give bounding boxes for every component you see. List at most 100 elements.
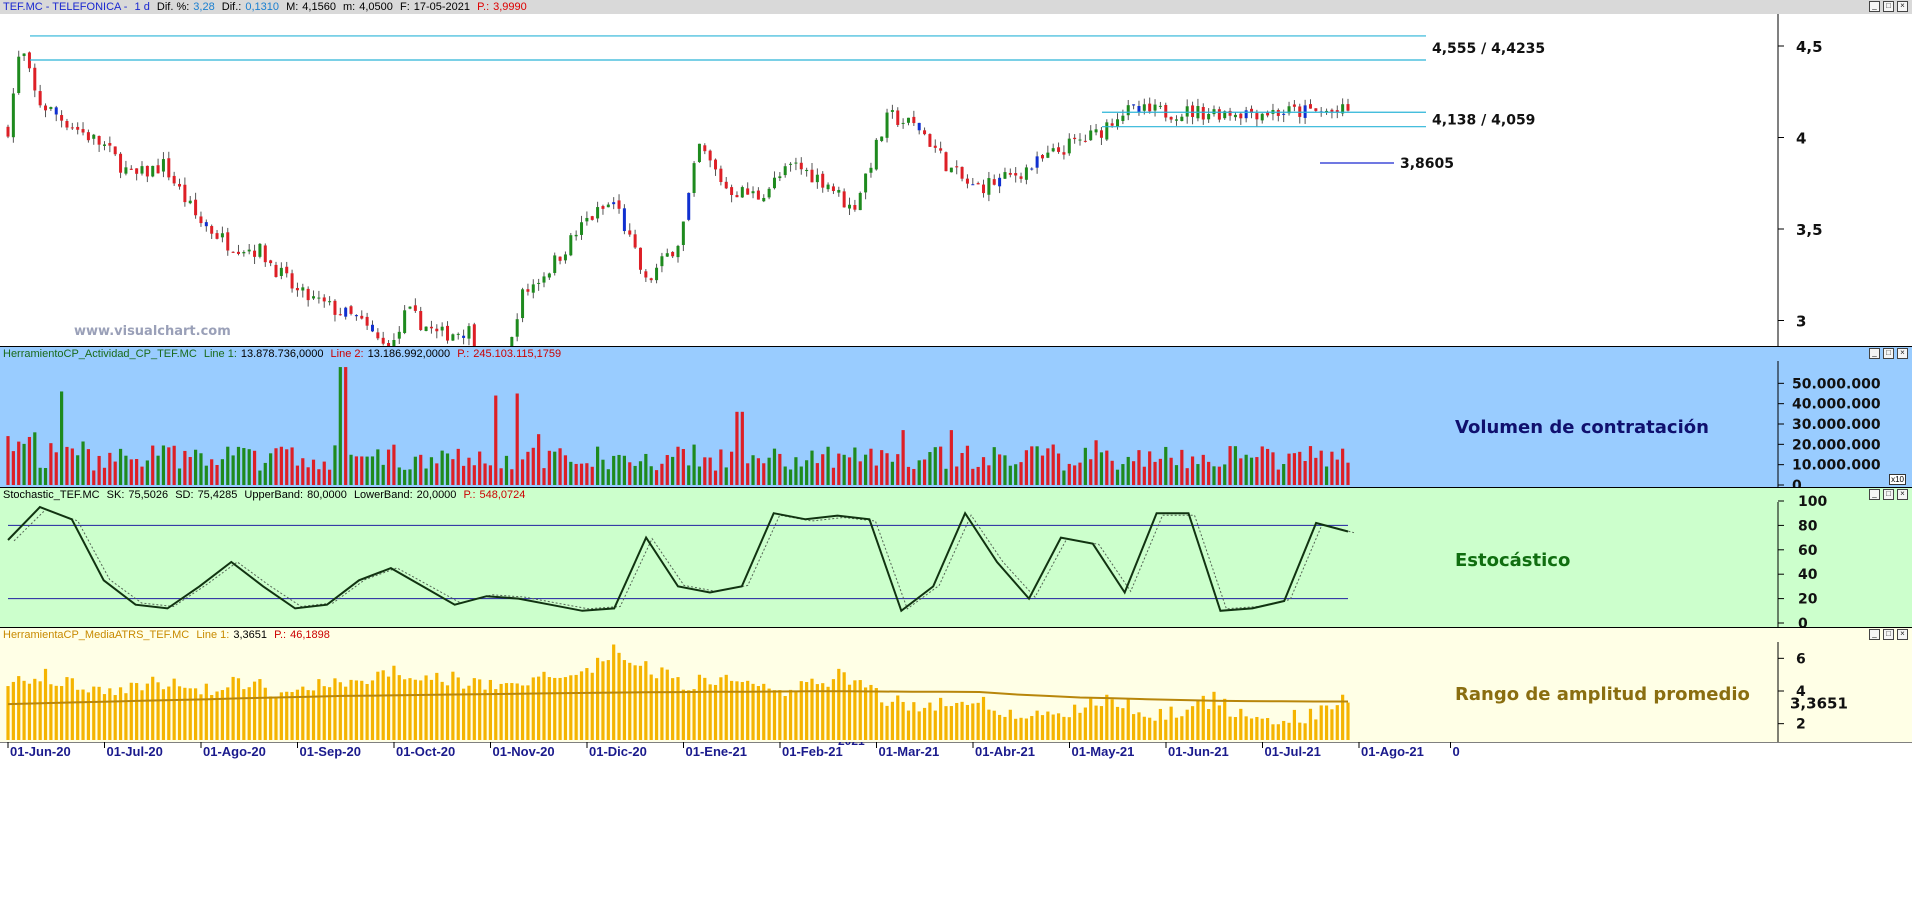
volume-bar <box>837 453 841 485</box>
volume-bar <box>671 456 675 485</box>
atr-bar <box>488 679 492 740</box>
volume-bar <box>735 411 739 485</box>
price-candle <box>1051 148 1055 152</box>
volume-bar <box>1003 455 1007 485</box>
volume-bar <box>719 449 723 485</box>
atr-bar <box>1121 708 1125 740</box>
volume-bar <box>43 468 48 485</box>
price-candle <box>778 176 782 179</box>
price-panel: TEF.MC - TELEFONICA - 1 d Dif. %: 3,28 Di… <box>0 0 1912 346</box>
atr-bar <box>901 701 905 740</box>
volume-bar <box>1105 450 1109 485</box>
volume-bar <box>654 470 659 485</box>
x-axis: 01-Jun-20 01-Jul-20 01-Ago-20 01-Sep-20 01-O… <box>0 742 1912 759</box>
atr-bar <box>1024 718 1028 740</box>
price-candle <box>397 331 401 339</box>
price-candle <box>312 296 316 299</box>
atr-bar <box>574 674 578 740</box>
volume-bar <box>590 466 594 485</box>
price-candle <box>1019 176 1023 179</box>
price-candle <box>135 168 139 174</box>
x-tick-label: 01-Mar-21 <box>879 744 940 759</box>
atr-bar <box>445 685 450 740</box>
volume-bar <box>574 463 578 485</box>
price-candle <box>338 314 342 316</box>
stochastic-title: Estocástico <box>1455 550 1571 571</box>
atr-bar <box>981 696 986 740</box>
volume-bar <box>65 446 69 485</box>
volume-bar <box>1201 454 1205 485</box>
x-tick-label: 01-Oct-20 <box>396 744 455 759</box>
atr-bar <box>890 701 894 740</box>
price-level-label: 3,8605 <box>1400 156 1454 172</box>
volume-bar <box>370 456 375 485</box>
volume-bar <box>274 448 278 485</box>
atr-bar <box>596 657 600 740</box>
atr-bar <box>842 672 846 740</box>
price-candle <box>542 276 546 283</box>
volume-bar <box>413 456 417 485</box>
price-candle <box>22 53 26 56</box>
atr-bar <box>1324 705 1329 740</box>
price-candle <box>1233 114 1237 118</box>
atr-y-tick-label: 2 <box>1796 717 1806 733</box>
atr-bar <box>86 692 90 740</box>
atr-bar <box>1056 713 1061 740</box>
volume-bar <box>1308 446 1313 485</box>
price-candle <box>521 289 525 319</box>
volume-bar <box>86 449 90 485</box>
price-candle <box>1330 109 1334 112</box>
atr-bar <box>397 675 401 740</box>
price-candle <box>1260 113 1264 121</box>
price-candle <box>789 163 793 165</box>
atr-bar <box>864 687 868 740</box>
atr-bar <box>236 678 241 740</box>
atr-bar <box>896 695 900 740</box>
atr-bar <box>1239 708 1243 740</box>
price-candle <box>231 251 235 253</box>
volume-bar <box>1207 461 1211 485</box>
volume-bar <box>901 430 905 485</box>
price-candle <box>992 179 996 185</box>
atr-bar <box>499 683 503 740</box>
price-candle <box>408 306 412 309</box>
atr-bar <box>1212 691 1216 740</box>
atr-bar <box>1228 716 1232 740</box>
atr-bar <box>1308 708 1313 740</box>
volume-bar <box>526 451 530 485</box>
atr-bar <box>60 686 64 740</box>
atr-bar <box>1298 722 1302 740</box>
stoch-y-tick-label: 100 <box>1798 494 1827 510</box>
volume-bar <box>896 454 900 485</box>
price-candle <box>547 273 551 278</box>
atr-bar <box>1019 717 1023 740</box>
atr-bar <box>998 714 1002 740</box>
price-candle <box>204 222 208 227</box>
price-candle <box>263 245 267 263</box>
volume-bar <box>638 461 643 485</box>
price-candle <box>740 187 744 198</box>
atr-bar <box>1040 715 1045 740</box>
price-candle <box>38 91 42 106</box>
volume-bar <box>853 447 857 485</box>
price-candle <box>751 191 755 194</box>
atr-bar <box>976 702 980 740</box>
watermark: www.visualchart.com <box>74 324 231 339</box>
atr-bar <box>376 671 380 740</box>
price-y-tick-label: 4,5 <box>1796 38 1823 56</box>
price-candle <box>467 326 471 339</box>
volume-bar <box>236 446 241 485</box>
atr-bar <box>703 677 707 740</box>
atr-bar <box>451 671 455 740</box>
volume-bar <box>1260 446 1264 485</box>
volume-bar <box>1346 462 1350 485</box>
atr-bar <box>220 690 224 740</box>
volume-bar <box>767 457 771 485</box>
volume-bar <box>92 470 96 485</box>
atr-bar <box>1094 705 1098 740</box>
atr-bar <box>912 702 916 740</box>
x-tick-label: 01-Nov-20 <box>493 744 555 759</box>
volume-bar <box>462 465 466 485</box>
price-candle <box>1121 115 1125 121</box>
volume-bar <box>172 445 176 485</box>
